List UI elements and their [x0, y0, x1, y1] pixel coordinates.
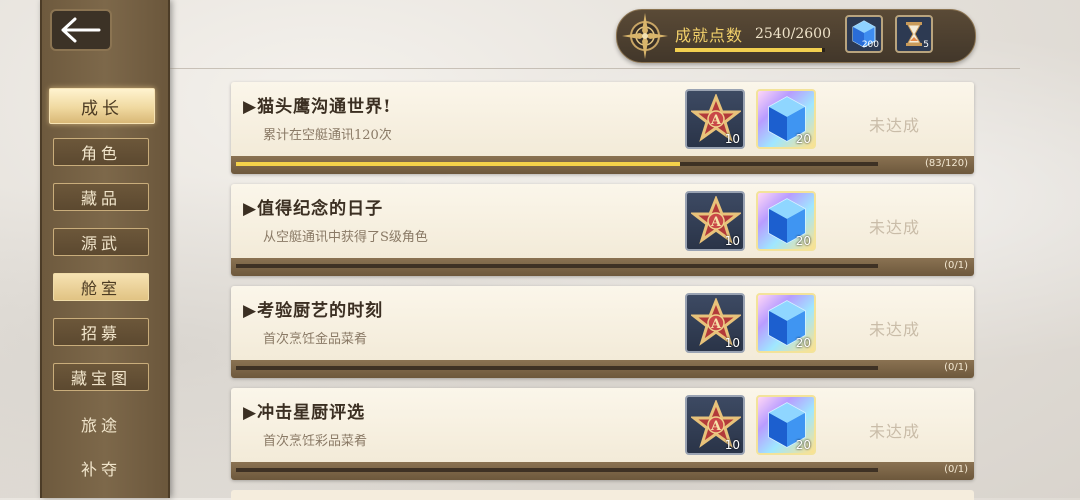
achievement-status: 未达成 [869, 116, 921, 135]
achievement-progress-bar [236, 264, 878, 268]
achievement-card: ▶值得纪念的日子 从空艇通讯中获得了S级角色 A 10 20 未达成 (0/1) [231, 184, 974, 276]
reward-medal[interactable]: A 10 [685, 191, 745, 251]
achievement-progress-bar [236, 468, 878, 472]
hourglass-resource[interactable]: 5 [895, 15, 933, 53]
achievement-status: 未达成 [869, 218, 921, 237]
points-label: 成就点数 [675, 26, 744, 45]
achievement-title: ▶冲击星厨评选 [243, 403, 366, 423]
achievement-progress-bar [236, 162, 878, 166]
achievement-progress-footer: (0/1) [231, 360, 974, 378]
reward-crystal[interactable]: 20 [756, 89, 816, 149]
points-value: 2540/2600 [755, 26, 831, 42]
reward-medal[interactable]: A 10 [685, 395, 745, 455]
achievement-card: ▶猫头鹰沟通世界! 累计在空艇通讯120次 A 10 20 未达成 (83/12… [231, 82, 974, 174]
achievement-progress-bar [236, 366, 878, 370]
reward-medal-qty: 10 [724, 336, 740, 350]
sidebar-item-source-weapon[interactable]: 源武 [53, 228, 149, 256]
reward-crystal[interactable]: 20 [756, 191, 816, 251]
svg-text:A: A [710, 419, 722, 434]
arrow-left-icon [61, 17, 101, 43]
reward-crystal-qty: 20 [795, 438, 811, 452]
points-progress-fill [675, 48, 822, 52]
reward-medal-qty: 10 [724, 234, 740, 248]
sidebar-item-cabin[interactable]: 舱室 [53, 273, 149, 301]
achievement-points-panel: 成就点数 2540/2600 200 5 [616, 9, 976, 63]
reward-medal-qty: 10 [724, 132, 740, 146]
achievement-progress-text: (83/120) [925, 158, 968, 169]
achievement-progress-text: (0/1) [944, 362, 968, 373]
achievement-description: 首次烹饪彩品菜肴 [263, 434, 368, 449]
achievement-progress-footer: (83/120) [231, 156, 974, 174]
achievement-progress-fill [236, 162, 681, 166]
sidebar-item-journey[interactable]: 旅途 [53, 410, 149, 438]
svg-text:A: A [710, 317, 722, 332]
achievement-title: ▶考验厨艺的时刻 [243, 301, 384, 321]
reward-crystal-qty: 20 [795, 234, 811, 248]
header-divider [170, 68, 1020, 69]
compass-emblem-icon [622, 13, 668, 59]
sidebar-item-collection[interactable]: 藏品 [53, 183, 149, 211]
achievement-title: ▶值得纪念的日子 [243, 199, 384, 219]
achievement-progress-footer: (0/1) [231, 258, 974, 276]
achievement-description: 首次烹饪金品菜肴 [263, 332, 368, 347]
achievement-status: 未达成 [869, 320, 921, 339]
achievement-progress-footer: (0/1) [231, 462, 974, 480]
reward-medal[interactable]: A 10 [685, 293, 745, 353]
next-card-peek [231, 490, 974, 500]
reward-crystal[interactable]: 20 [756, 395, 816, 455]
back-button[interactable] [50, 9, 112, 51]
sidebar-item-growth[interactable]: 成长 [49, 88, 155, 124]
sidebar-item-characters[interactable]: 角色 [53, 138, 149, 166]
achievement-progress-text: (0/1) [944, 260, 968, 271]
sidebar-item-treasure-map[interactable]: 藏宝图 [53, 363, 149, 391]
reward-crystal-qty: 20 [795, 132, 811, 146]
achievement-status: 未达成 [869, 422, 921, 441]
reward-medal[interactable]: A 10 [685, 89, 745, 149]
reward-crystal-qty: 20 [795, 336, 811, 350]
achievement-description: 从空艇通讯中获得了S级角色 [263, 230, 428, 245]
crystal-count: 200 [861, 40, 879, 50]
svg-text:A: A [710, 113, 722, 128]
achievement-card: ▶冲击星厨评选 首次烹饪彩品菜肴 A 10 20 未达成 (0/1) [231, 388, 974, 480]
points-progress-bar [675, 48, 825, 52]
sidebar-item-recruit[interactable]: 招募 [53, 318, 149, 346]
achievement-title: ▶猫头鹰沟通世界! [243, 97, 392, 117]
reward-crystal[interactable]: 20 [756, 293, 816, 353]
reward-medal-qty: 10 [724, 438, 740, 452]
crystal-resource[interactable]: 200 [845, 15, 883, 53]
sidebar-item-extra[interactable]: 补夺 [53, 454, 149, 482]
svg-text:A: A [710, 215, 722, 230]
achievement-card: ▶考验厨艺的时刻 首次烹饪金品菜肴 A 10 20 未达成 (0/1) [231, 286, 974, 378]
achievement-progress-text: (0/1) [944, 464, 968, 475]
achievement-description: 累计在空艇通讯120次 [263, 128, 392, 143]
hourglass-count: 5 [923, 40, 929, 50]
